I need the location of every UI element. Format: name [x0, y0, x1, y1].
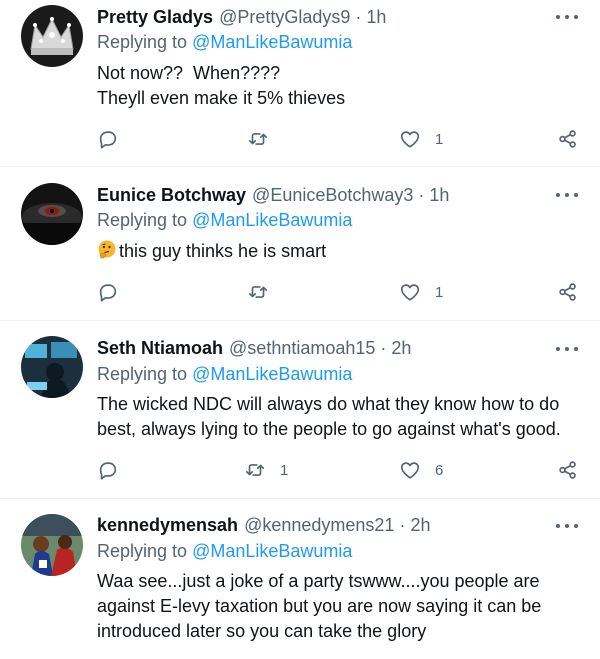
tweet-actions: 1 6 — [97, 456, 587, 484]
separator-dot: · — [418, 184, 425, 205]
heart-icon — [400, 131, 420, 148]
share-button[interactable] — [557, 125, 579, 153]
tweet-actions: 1 — [97, 125, 587, 153]
retweet-icon — [245, 464, 265, 476]
like-count: 6 — [435, 461, 444, 479]
timestamp[interactable]: 2h — [410, 515, 430, 536]
face-avatar-image — [21, 183, 83, 245]
like-count: 1 — [435, 283, 444, 301]
tweet-text-line: Waa see...just a joke of a party tswww..… — [97, 571, 540, 591]
tweet-text-line: The wicked NDC will always do what they … — [97, 394, 560, 414]
retweet-icon — [248, 286, 268, 298]
retweet-button[interactable]: 1 — [244, 456, 288, 484]
tweet-2[interactable]: Eunice Botchway @EuniceBotchway3 · 1h Re… — [0, 167, 600, 321]
user-handle[interactable]: @sethntiamoah15 — [229, 338, 375, 359]
tweet-4[interactable]: kennedymensah @kennedymens21 · 2h Replyi… — [0, 499, 600, 659]
tweet-actions: 1 — [97, 278, 587, 306]
share-icon — [559, 283, 576, 301]
retweet-button[interactable] — [247, 125, 269, 153]
timestamp[interactable]: 1h — [366, 7, 386, 28]
reply-icon — [99, 462, 117, 480]
mention-link[interactable]: @ManLikeBawumia — [192, 32, 352, 52]
reply-button[interactable] — [97, 456, 119, 484]
user-handle[interactable]: @kennedymens21 — [244, 515, 394, 536]
heart-icon — [400, 284, 420, 301]
more-options-icon[interactable] — [556, 188, 578, 202]
user-handle[interactable]: @EuniceBotchway3 — [252, 185, 413, 206]
avatar[interactable] — [21, 336, 83, 398]
retweet-button[interactable] — [247, 278, 269, 306]
tweet-text-line: against E-levy taxation but you are now … — [97, 596, 542, 616]
tweet-text: this guy thinks he is smart — [97, 239, 587, 264]
replying-to-label: Replying to — [97, 364, 188, 384]
share-button[interactable] — [557, 278, 579, 306]
tweet-text-line: Theyll even make it 5% thieves — [97, 88, 346, 108]
separator-dot: · — [399, 514, 406, 535]
tweet-text-line: this guy thinks he is smart — [119, 241, 327, 261]
share-icon — [559, 461, 576, 479]
tweet-header: Eunice Botchway @EuniceBotchway3 · 1h — [97, 182, 449, 208]
retweet-icon — [248, 133, 268, 145]
replying-to: Replying to @ManLikeBawumia — [97, 541, 352, 562]
display-name[interactable]: kennedymensah — [97, 515, 238, 536]
tweet-header: Pretty Gladys @PrettyGladys9 · 1h — [97, 4, 386, 30]
replying-to-label: Replying to — [97, 541, 188, 561]
display-name[interactable]: Pretty Gladys — [97, 7, 213, 28]
avatar[interactable] — [21, 514, 83, 576]
tweet-text-line: best, always lying to the people to go a… — [97, 419, 561, 439]
thinking-face-emoji-icon — [98, 240, 116, 259]
reply-icon — [99, 284, 117, 302]
share-icon — [559, 130, 576, 148]
crown-avatar-image — [21, 5, 83, 67]
timestamp[interactable]: 2h — [391, 338, 411, 359]
tweet-text-line: introduced later so you can take the glo… — [97, 621, 427, 641]
reply-icon — [99, 131, 117, 149]
gamer-avatar-image — [21, 336, 83, 398]
separator-dot: · — [380, 337, 387, 358]
reply-button[interactable] — [97, 125, 119, 153]
tweet-header: kennedymensah @kennedymens21 · 2h — [97, 512, 430, 538]
more-options-icon[interactable] — [556, 342, 578, 356]
replying-to-label: Replying to — [97, 210, 188, 230]
more-options-icon[interactable] — [556, 519, 578, 533]
mention-link[interactable]: @ManLikeBawumia — [192, 364, 352, 384]
display-name[interactable]: Eunice Botchway — [97, 185, 246, 206]
more-options-icon[interactable] — [556, 10, 578, 24]
like-button[interactable]: 6 — [399, 456, 443, 484]
mention-link[interactable]: @ManLikeBawumia — [192, 541, 352, 561]
avatar[interactable] — [21, 183, 83, 245]
tweet-text: Not now?? When???? Theyll even make it 5… — [97, 61, 587, 111]
tweet-header: Seth Ntiamoah @sethntiamoah15 · 2h — [97, 335, 411, 361]
heart-icon — [400, 462, 420, 479]
replying-to: Replying to @ManLikeBawumia — [97, 364, 352, 385]
replying-to: Replying to @ManLikeBawumia — [97, 210, 352, 231]
separator-dot: · — [355, 6, 362, 27]
avatar[interactable] — [21, 5, 83, 67]
like-button[interactable]: 1 — [399, 125, 443, 153]
reply-button[interactable] — [97, 278, 119, 306]
display-name[interactable]: Seth Ntiamoah — [97, 338, 223, 359]
replying-to: Replying to @ManLikeBawumia — [97, 32, 352, 53]
timestamp[interactable]: 1h — [429, 185, 449, 206]
tweet-text: The wicked NDC will always do what they … — [97, 392, 592, 442]
replying-to-label: Replying to — [97, 32, 188, 52]
retweet-count: 1 — [280, 461, 289, 479]
like-button[interactable]: 1 — [399, 278, 443, 306]
tweet-text-line: Not now?? When???? — [97, 63, 281, 83]
tweet-3[interactable]: Seth Ntiamoah @sethntiamoah15 · 2h Reply… — [0, 321, 600, 499]
basketball-avatar-image — [21, 514, 83, 576]
share-button[interactable] — [557, 456, 579, 484]
mention-link[interactable]: @ManLikeBawumia — [192, 210, 352, 230]
like-count: 1 — [435, 130, 444, 148]
user-handle[interactable]: @PrettyGladys9 — [219, 7, 350, 28]
tweet-text: Waa see...just a joke of a party tswww..… — [97, 569, 592, 644]
tweet-1[interactable]: Pretty Gladys @PrettyGladys9 · 1h Replyi… — [0, 0, 600, 167]
